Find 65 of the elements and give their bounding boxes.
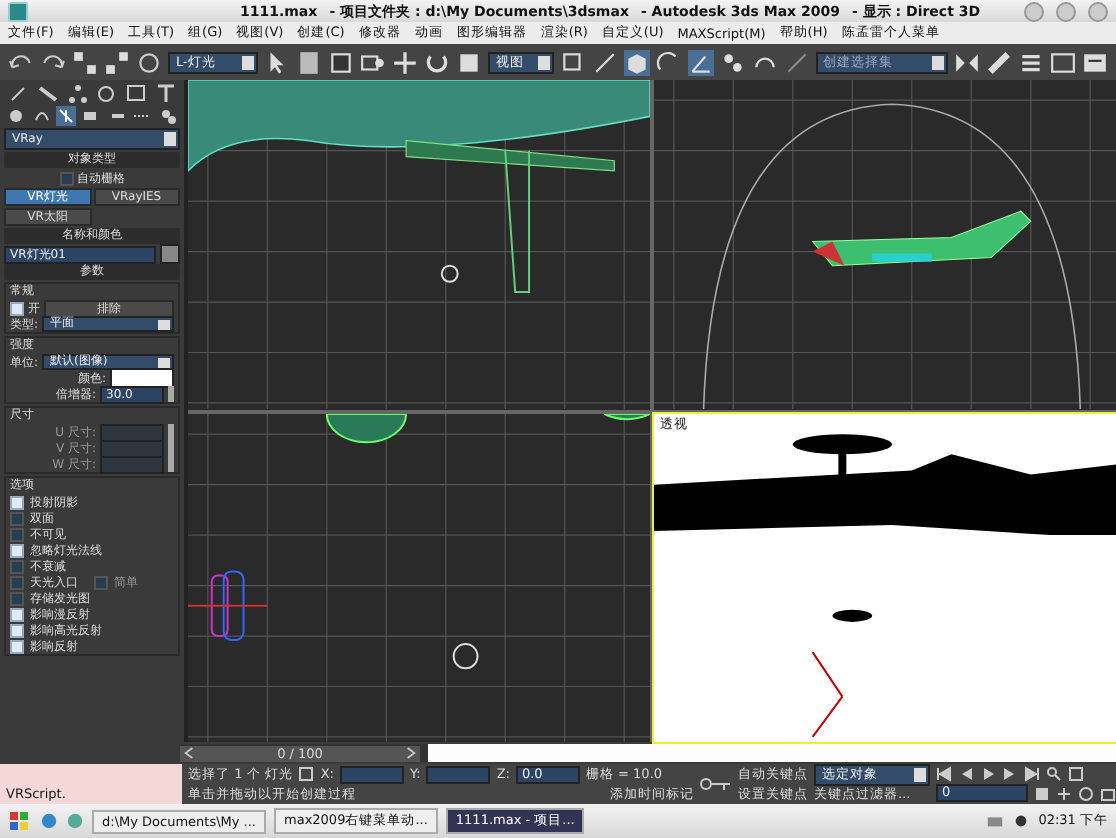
checkbox[interactable]	[10, 543, 24, 557]
checkbox[interactable]	[10, 559, 24, 573]
go-to-start-icon[interactable]	[936, 765, 952, 782]
rectangle-select-icon[interactable]	[328, 49, 355, 75]
checkbox[interactable]	[10, 575, 24, 589]
checkbox[interactable]	[10, 607, 24, 621]
lights-icon[interactable]	[56, 106, 77, 126]
close-button[interactable]	[1088, 1, 1108, 21]
checkbox[interactable]	[10, 623, 24, 637]
angle-snap-icon[interactable]	[687, 49, 714, 75]
app-icon	[8, 1, 28, 21]
checkbox[interactable]	[10, 301, 24, 315]
link-icon[interactable]	[72, 49, 98, 75]
viewport[interactable]	[654, 80, 1116, 409]
hierarchy-tab-icon[interactable]	[67, 84, 88, 104]
systems-icon[interactable]	[157, 106, 178, 126]
snap-icon[interactable]	[655, 49, 682, 75]
mirror-icon[interactable]	[954, 49, 981, 75]
next-frame-icon[interactable]	[1002, 765, 1018, 782]
align-icon[interactable]	[986, 49, 1013, 75]
maximize-button[interactable]	[1056, 1, 1076, 21]
viewport[interactable]	[188, 413, 650, 742]
geometry-icon[interactable]	[6, 106, 27, 126]
checkbox[interactable]	[59, 171, 73, 185]
display-tab-icon[interactable]	[125, 84, 146, 104]
checkbox[interactable]	[10, 511, 24, 525]
utilities-tab-icon[interactable]	[155, 84, 176, 104]
orbit-icon[interactable]	[1078, 785, 1094, 802]
previous-frame-icon[interactable]	[958, 765, 974, 782]
size-field[interactable]	[100, 423, 164, 441]
cube-icon[interactable]	[623, 49, 650, 75]
coordinate-field[interactable]	[426, 765, 491, 783]
pivot-icon[interactable]	[559, 49, 586, 75]
modify-tab-icon[interactable]	[37, 84, 58, 104]
unlink-icon[interactable]	[104, 49, 130, 75]
move-icon[interactable]	[392, 49, 419, 75]
play-icon[interactable]	[980, 765, 996, 782]
layers-icon[interactable]	[1018, 49, 1045, 75]
pan-icon[interactable]	[1056, 785, 1072, 802]
coordinate-field[interactable]	[340, 765, 404, 783]
color-swatch[interactable]	[160, 244, 180, 264]
checkbox[interactable]	[10, 591, 24, 605]
maximize-viewport-icon[interactable]	[1100, 785, 1116, 802]
zoom-all-icon[interactable]	[1068, 765, 1084, 782]
browser-icon[interactable]	[40, 812, 58, 830]
viewport[interactable]	[188, 80, 650, 409]
key-icon[interactable]	[700, 776, 732, 792]
window-select-icon[interactable]	[360, 49, 387, 75]
go-to-end-icon[interactable]	[1024, 765, 1040, 782]
scale-icon[interactable]	[456, 49, 483, 75]
percent-snap-icon[interactable]	[719, 49, 746, 75]
zoom-icon[interactable]	[1046, 765, 1062, 782]
motion-tab-icon[interactable]	[96, 84, 117, 104]
schematic-icon[interactable]	[1082, 49, 1109, 75]
curve-editor-icon[interactable]	[1050, 49, 1077, 75]
minimize-button[interactable]	[1024, 1, 1044, 21]
color-swatch[interactable]	[110, 368, 174, 388]
camera-icon[interactable]	[81, 106, 102, 126]
start-button[interactable]	[8, 809, 32, 833]
checkbox[interactable]	[10, 639, 24, 653]
checkbox[interactable]	[10, 495, 24, 509]
checkbox[interactable]	[94, 575, 108, 589]
lock-icon[interactable]	[298, 766, 315, 782]
shapes-icon[interactable]	[31, 106, 52, 126]
checkbox[interactable]	[10, 527, 24, 541]
